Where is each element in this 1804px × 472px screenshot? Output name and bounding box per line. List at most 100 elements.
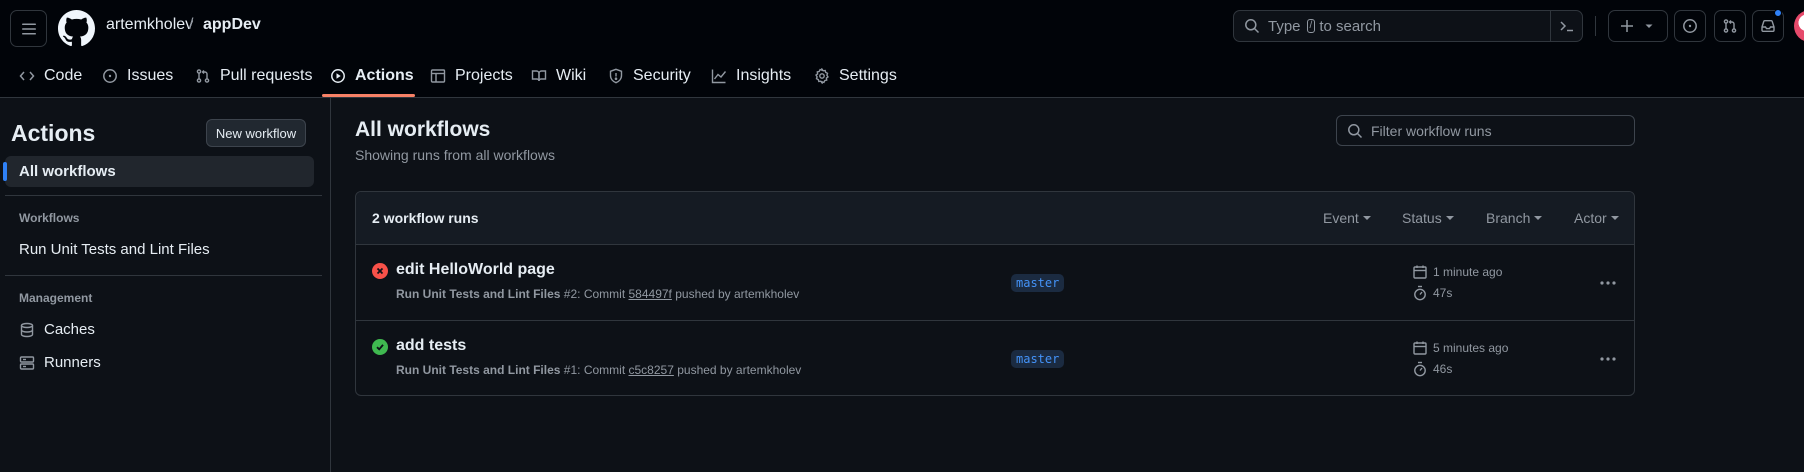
repo-name-link[interactable]: appDev xyxy=(203,16,261,34)
run-number: #1 xyxy=(563,363,578,377)
plus-icon xyxy=(1621,20,1633,32)
branch-label[interactable]: master xyxy=(1011,274,1065,292)
tab-security[interactable]: Security xyxy=(608,55,691,97)
actor-filter-dropdown[interactable]: Actor xyxy=(1574,210,1619,226)
caret-down-icon xyxy=(1534,216,1543,220)
user-avatar[interactable] xyxy=(1794,10,1804,42)
run-meta: Run Unit Tests and Lint Files #2: Commit… xyxy=(396,287,799,301)
search-placeholder-before: Type xyxy=(1268,17,1301,35)
sidebar-divider xyxy=(5,195,322,196)
search-icon xyxy=(1348,123,1363,138)
run-workflow-name: Run Unit Tests and Lint Files xyxy=(396,287,561,301)
stopwatch-icon xyxy=(1414,361,1426,377)
tab-wiki-label: Wiki xyxy=(556,67,587,84)
tab-issues[interactable]: Issues xyxy=(102,55,173,97)
calendar-icon xyxy=(1413,265,1427,279)
event-filter-dropdown[interactable]: Event xyxy=(1323,210,1371,226)
filter-placeholder: Filter workflow runs xyxy=(1371,122,1492,139)
tab-code[interactable]: Code xyxy=(19,55,82,97)
run-duration-value: 46s xyxy=(1433,362,1453,376)
tab-settings[interactable]: Settings xyxy=(814,55,897,97)
run-timestamp: 1 minute ago xyxy=(1412,264,1502,280)
run-commit-prefix: : Commit xyxy=(577,287,626,301)
tab-projects-label: Projects xyxy=(455,67,513,84)
filter-workflow-runs-input[interactable]: Filter workflow runs xyxy=(1336,115,1635,146)
code-icon xyxy=(19,71,35,81)
actions-sidebar: Actions New workflow All workflows Workf… xyxy=(0,98,331,472)
workflow-runs-list: 2 workflow runs Event Status Branch Acto… xyxy=(355,191,1635,396)
sidebar-item-workflow[interactable]: Run Unit Tests and Lint Files xyxy=(19,241,210,258)
commit-sha-link[interactable]: 584497f xyxy=(629,287,672,301)
status-filter-dropdown[interactable]: Status xyxy=(1402,210,1454,226)
run-time-ago: 5 minutes ago xyxy=(1433,341,1509,355)
triangle-down-icon xyxy=(1645,24,1653,28)
book-icon xyxy=(531,70,547,82)
run-commit-prefix: : Commit xyxy=(577,363,626,377)
caret-down-icon xyxy=(1362,216,1371,220)
tab-pull-requests[interactable]: Pull requests xyxy=(195,55,313,97)
workflow-run-row[interactable]: edit HelloWorld page Run Unit Tests and … xyxy=(356,245,1634,320)
play-icon xyxy=(331,69,345,83)
kebab-horizontal-icon xyxy=(1600,357,1616,361)
management-heading: Management xyxy=(19,291,93,305)
event-filter-label: Event xyxy=(1323,210,1359,226)
run-workflow-name: Run Unit Tests and Lint Files xyxy=(396,363,561,377)
tab-issues-label: Issues xyxy=(127,67,174,84)
page-title: All workflows xyxy=(355,118,491,141)
active-tab-underline xyxy=(322,94,415,97)
sidebar-divider xyxy=(5,275,322,276)
global-header: artemkholev / appDev Type / to search Co… xyxy=(0,0,1804,98)
tab-pull-requests-label: Pull requests xyxy=(220,67,313,84)
run-time-ago: 1 minute ago xyxy=(1433,265,1503,279)
new-workflow-button[interactable]: New workflow xyxy=(206,119,306,147)
calendar-icon xyxy=(1413,341,1427,355)
github-logo-icon[interactable] xyxy=(58,10,95,47)
run-number: #2 xyxy=(563,287,578,301)
sidebar-item-caches-label: Caches xyxy=(44,321,95,338)
your-issues-button[interactable] xyxy=(1674,10,1706,42)
sidebar-item-all-workflows[interactable]: All workflows xyxy=(3,156,314,187)
header-divider xyxy=(1595,16,1596,36)
kebab-horizontal-icon xyxy=(1600,281,1616,285)
run-actions-menu-button[interactable] xyxy=(1596,350,1620,368)
sidebar-item-caches[interactable]: Caches xyxy=(19,321,95,338)
runs-count: 2 workflow runs xyxy=(372,210,479,226)
command-palette-button[interactable] xyxy=(1550,11,1582,41)
tab-actions[interactable]: Actions xyxy=(330,55,414,97)
sidebar-item-runners-label: Runners xyxy=(44,354,101,371)
sidebar-item-runners[interactable]: Runners xyxy=(19,354,101,371)
tab-insights[interactable]: Insights xyxy=(711,55,791,97)
run-pushed-by: pushed by artemkholev xyxy=(677,363,802,377)
tab-projects[interactable]: Projects xyxy=(430,55,513,97)
create-new-button[interactable] xyxy=(1608,10,1668,42)
workflow-run-row[interactable]: add tests Run Unit Tests and Lint Files … xyxy=(356,320,1634,395)
branch-filter-label: Branch xyxy=(1486,210,1531,226)
stopwatch-icon xyxy=(1414,285,1426,301)
caret-down-icon xyxy=(1445,216,1454,220)
branch-filter-dropdown[interactable]: Branch xyxy=(1486,210,1543,226)
run-duration: 46s xyxy=(1412,361,1452,377)
run-actions-menu-button[interactable] xyxy=(1596,274,1620,292)
repo-navigation: Code Issues Pull requests Actions Projec… xyxy=(0,55,1804,97)
search-placeholder-after: to search xyxy=(1319,17,1382,35)
graph-icon xyxy=(711,69,727,84)
hamburger-menu-button[interactable] xyxy=(10,10,47,47)
tab-security-label: Security xyxy=(633,67,691,84)
run-title-link[interactable]: add tests xyxy=(396,337,466,355)
run-title-link[interactable]: edit HelloWorld page xyxy=(396,261,555,279)
branch-label[interactable]: master xyxy=(1011,350,1065,368)
check-circle-fill-icon xyxy=(372,339,388,355)
table-icon xyxy=(430,69,446,83)
run-meta: Run Unit Tests and Lint Files #1: Commit… xyxy=(396,363,801,377)
global-search-input[interactable]: Type / to search xyxy=(1233,10,1583,42)
server-icon xyxy=(19,355,35,370)
tab-wiki[interactable]: Wiki xyxy=(531,55,586,97)
repo-owner-link[interactable]: artemkholev xyxy=(106,16,193,34)
run-duration: 47s xyxy=(1412,285,1452,301)
commit-sha-link[interactable]: c5c8257 xyxy=(629,363,674,377)
git-pull-request-icon xyxy=(1723,19,1737,33)
your-pull-requests-button[interactable] xyxy=(1714,10,1746,42)
tab-code-label: Code xyxy=(44,67,83,84)
run-timestamp: 5 minutes ago xyxy=(1412,340,1508,356)
gear-icon xyxy=(815,68,829,84)
